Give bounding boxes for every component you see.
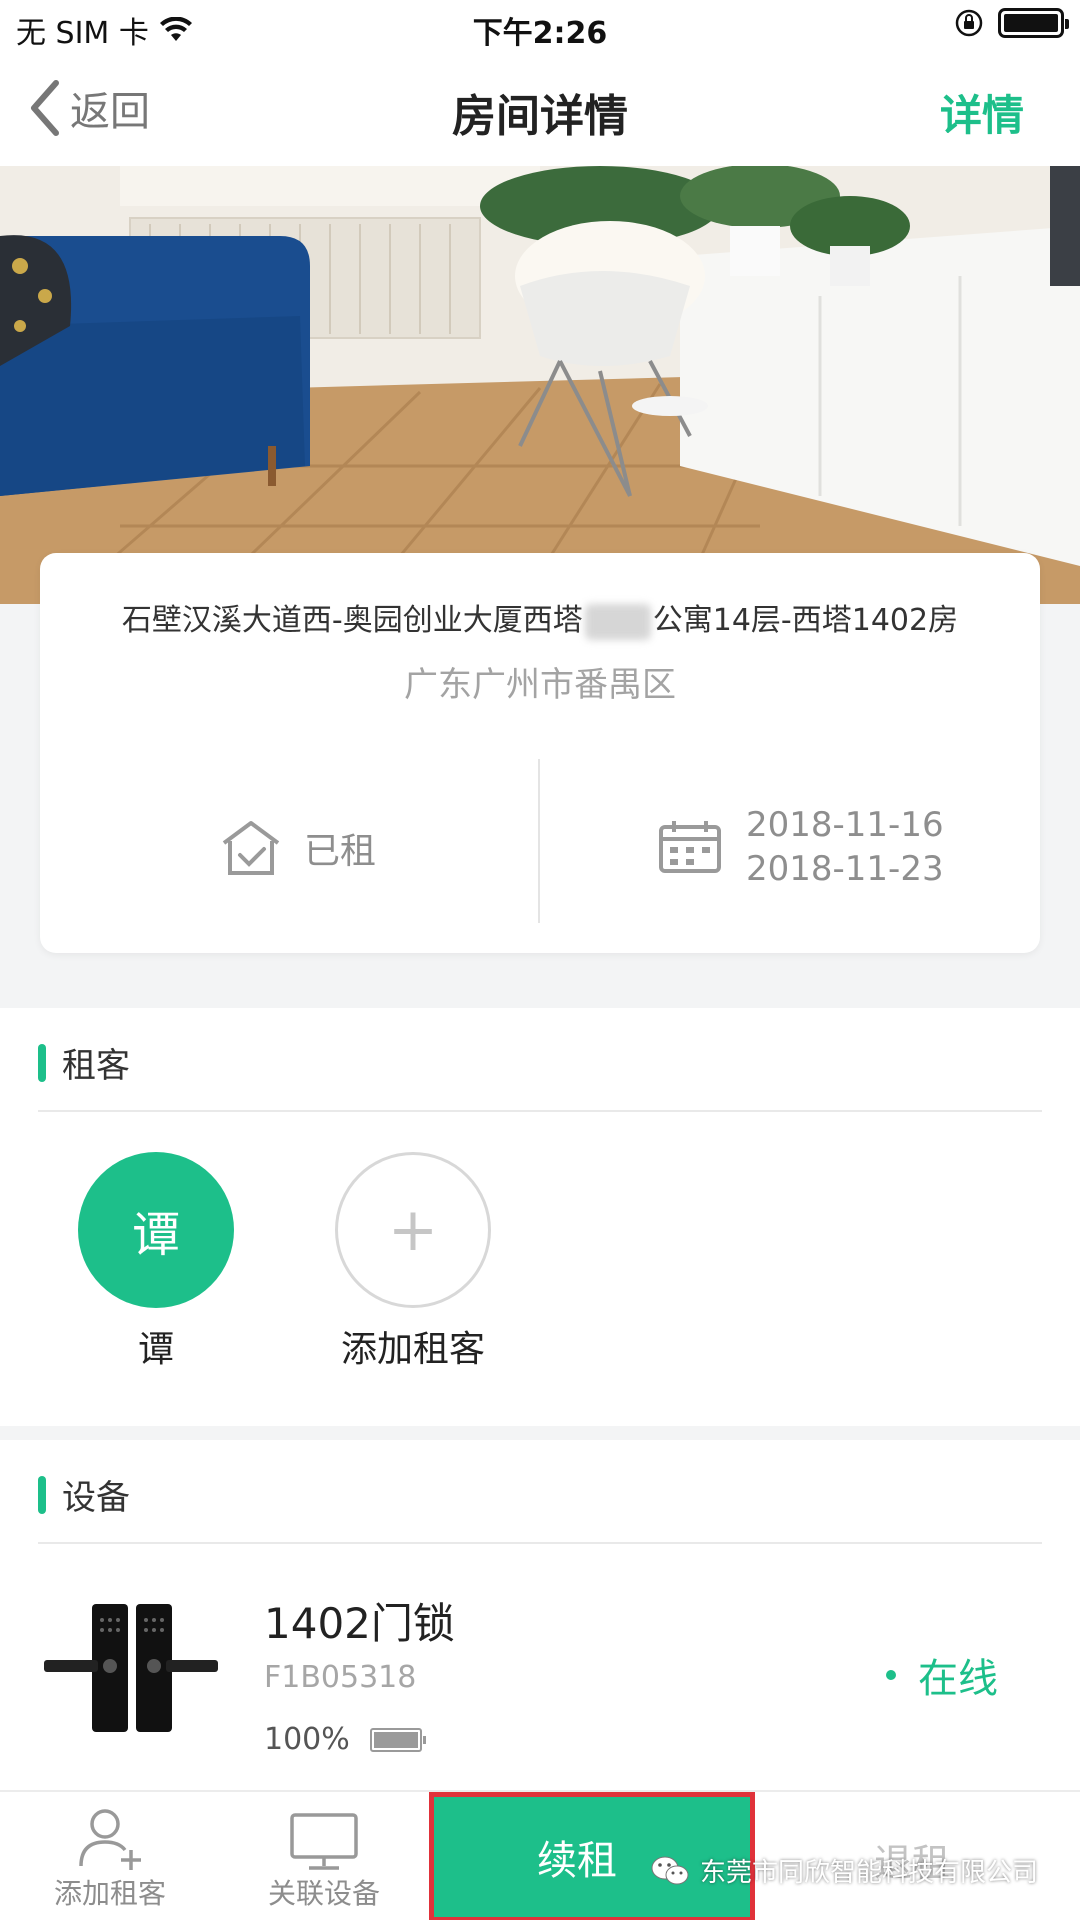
section-accent-bar xyxy=(38,1475,46,1514)
back-chevron-icon xyxy=(31,80,59,136)
wechat-watermark: 东莞市同欣智能科技有限公司 xyxy=(650,1852,1038,1889)
status-time: 下午2:26 xyxy=(472,16,608,51)
lease-dates: 2018-11-16 2018-11-23 xyxy=(658,803,944,891)
orientation-lock-icon xyxy=(955,9,983,37)
device-status-label: 在线 xyxy=(918,1656,998,1702)
room-district: 广东广州市番禺区 xyxy=(404,665,676,705)
section-divider xyxy=(38,1542,1042,1544)
device-battery-label: 100% xyxy=(264,1722,350,1757)
link-device-tab-label: 关联设备 xyxy=(267,1877,380,1910)
calendar-icon xyxy=(659,821,721,873)
door-lock-image xyxy=(44,1604,218,1732)
device-battery: 100% xyxy=(264,1722,426,1757)
device-status: 在线 xyxy=(886,1646,998,1704)
tenant-section: 租客 谭 谭 + 添加租客 xyxy=(0,1008,1080,1426)
room-photo-illustration xyxy=(0,166,1080,604)
room-address: 石壁汉溪大道西-奥园创业大厦西塔 公寓14层-西塔1402房 xyxy=(40,595,1040,640)
device-section-title: 设备 xyxy=(62,1478,130,1518)
tenant-section-title: 租客 xyxy=(62,1046,130,1086)
card-divider xyxy=(538,759,540,923)
rent-status-label: 已租 xyxy=(304,831,377,872)
device-battery-icon xyxy=(369,1727,426,1752)
back-label: 返回 xyxy=(70,89,150,135)
user-add-icon xyxy=(79,1809,141,1870)
date-range: 2018-11-16 2018-11-23 xyxy=(746,803,944,891)
nav-bar: 返回 房间详情 详情 xyxy=(0,54,1080,166)
renew-label: 续租 xyxy=(537,1838,617,1884)
link-device-tab[interactable]: 关联设备 xyxy=(246,1792,402,1920)
room-photo xyxy=(0,166,1080,604)
address-part-1: 石壁汉溪大道西-奥园创业大厦西塔 xyxy=(121,603,583,638)
online-dot xyxy=(886,1670,896,1680)
watermark-text: 东莞市同欣智能科技有限公司 xyxy=(700,1858,1039,1888)
avatar-initial: 谭 xyxy=(131,1207,180,1263)
add-tenant-tab[interactable]: 添加租客 xyxy=(30,1792,190,1920)
device-battery-fill xyxy=(373,1731,418,1748)
monitor-icon xyxy=(290,1813,358,1870)
start-date: 2018-11-16 xyxy=(746,805,944,845)
device-section-header: 设备 xyxy=(38,1470,130,1519)
section-accent-bar xyxy=(38,1043,46,1082)
device-id: F1B05318 xyxy=(264,1660,417,1695)
page-title: 房间详情 xyxy=(452,91,628,142)
redacted-block xyxy=(584,603,651,640)
tenant-avatar[interactable]: 谭 xyxy=(78,1152,234,1308)
plus-icon: + xyxy=(387,1195,439,1265)
house-check-icon xyxy=(222,821,280,875)
address-part-2: 公寓14层-西塔1402房 xyxy=(652,603,959,638)
tenant-section-header: 租客 xyxy=(38,1038,130,1087)
wechat-icon xyxy=(651,1856,689,1884)
status-right xyxy=(954,8,1069,38)
section-divider xyxy=(38,1110,1042,1112)
detail-button[interactable]: 详情 xyxy=(940,82,1024,143)
status-bar: 无 SIM 卡 下午2:26 xyxy=(0,0,1080,54)
back-button[interactable]: 返回 xyxy=(28,76,150,140)
end-date: 2018-11-23 xyxy=(746,849,944,889)
add-tenant-avatar-button[interactable]: + xyxy=(335,1152,491,1308)
add-tenant-tab-label: 添加租客 xyxy=(53,1877,166,1910)
rent-status: 已租 xyxy=(218,819,376,877)
add-tenant-label: 添加租客 xyxy=(340,1329,485,1370)
device-name: 1402门锁 xyxy=(264,1599,455,1648)
device-section: 设备 1402门锁 F1B05318 100% 在线 xyxy=(0,1440,1080,1790)
battery-icon xyxy=(998,8,1069,38)
tenant-name: 谭 xyxy=(137,1329,174,1370)
room-info-card: 石壁汉溪大道西-奥园创业大厦西塔 公寓14层-西塔1402房 广东广州市番禺区 已… xyxy=(40,553,1040,953)
